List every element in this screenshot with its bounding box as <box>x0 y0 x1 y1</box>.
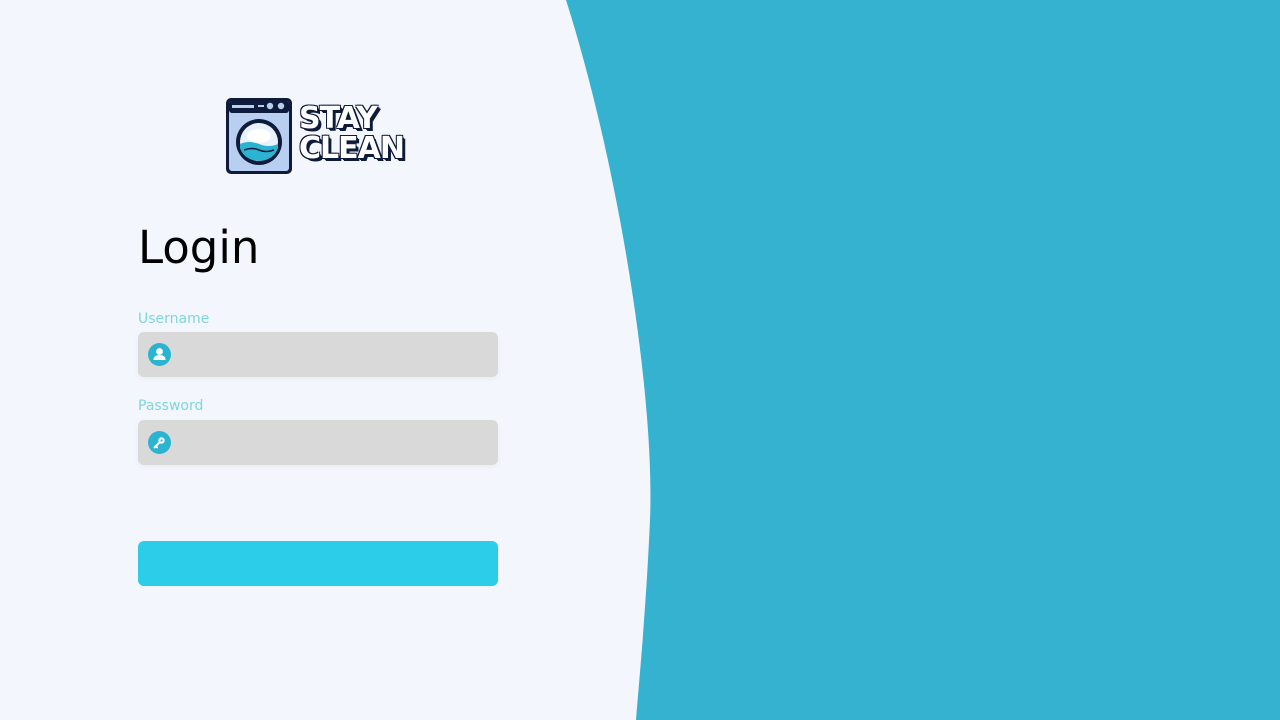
username-field-container <box>138 332 498 377</box>
username-label: Username <box>138 311 210 327</box>
login-button[interactable] <box>138 541 498 586</box>
password-label: Password <box>138 398 204 414</box>
brand-name-line1: STAY <box>299 101 378 136</box>
washing-machine-icon <box>226 98 292 174</box>
password-field-container <box>138 420 498 465</box>
password-input[interactable] <box>178 420 488 465</box>
brand-name-line2: CLEAN <box>299 131 405 166</box>
brand-name: STAY CLEAN <box>299 101 405 166</box>
user-icon <box>148 343 171 366</box>
page-title: Login <box>138 221 260 274</box>
username-input[interactable] <box>178 332 488 377</box>
key-icon <box>148 431 171 454</box>
login-page: STAY CLEAN Login Username Password <box>0 0 1280 720</box>
brand-logo: STAY CLEAN <box>224 96 414 176</box>
